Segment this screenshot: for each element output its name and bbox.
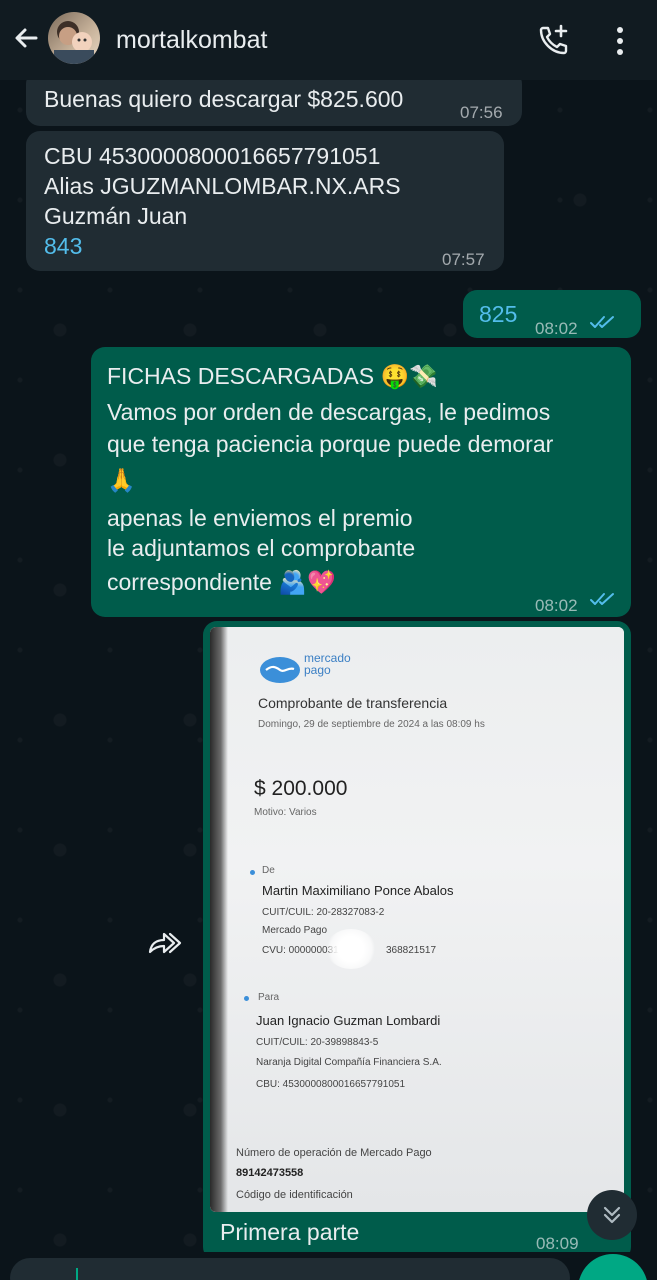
double-chevron-down-icon xyxy=(603,1206,621,1224)
phone-edge xyxy=(210,627,228,1212)
to-name: Juan Ignacio Guzman Lombardi xyxy=(256,1013,441,1028)
message-line: CBU 4530000800016657791051 xyxy=(44,143,381,169)
operation-label: Número de operación de Mercado Pago xyxy=(236,1147,432,1159)
bullet-dot-icon xyxy=(244,996,249,1001)
message-outgoing[interactable]: 825 08:02 xyxy=(463,290,641,338)
redacted-blur xyxy=(326,929,376,969)
from-cuit: CUIT/CUIL: 20-28327083-2 xyxy=(262,907,385,918)
message-line: correspondiente 🫂💖 xyxy=(107,569,336,595)
phone-link[interactable]: 825 xyxy=(479,299,517,329)
message-line: apenas le enviemos el premio xyxy=(107,505,413,531)
message-input[interactable] xyxy=(10,1258,570,1280)
from-cvu-end: 368821517 xyxy=(386,945,437,956)
message-time: 07:56 xyxy=(460,103,503,122)
contact-name[interactable]: mortalkombat xyxy=(116,26,267,55)
message-line: Guzmán Juan xyxy=(44,203,188,229)
brand-text: pago xyxy=(304,663,331,677)
to-cuit: CUIT/CUIL: 20-39898843-5 xyxy=(256,1037,379,1048)
to-label: Para xyxy=(258,992,280,1003)
chat-header: mortalkombat xyxy=(0,0,657,80)
receipt-amount: $ 200.000 xyxy=(254,777,348,800)
scroll-down-button[interactable] xyxy=(587,1190,637,1240)
message-line: 🙏 xyxy=(107,467,136,493)
avatar[interactable] xyxy=(48,12,100,64)
to-bank: Naranja Digital Compañía Financiera S.A. xyxy=(256,1057,442,1068)
message-time: 08:02 xyxy=(535,596,578,615)
message-line: le adjuntamos el comprobante xyxy=(107,535,416,561)
bullet-dot-icon xyxy=(250,870,255,875)
receipt-content: mercado pago Comprobante de transferenci… xyxy=(210,627,624,1212)
mercado-pago-logo-icon xyxy=(260,657,300,683)
to-cbu: CBU: 4530000800016657791051 xyxy=(256,1079,406,1090)
message-outgoing[interactable]: FICHAS DESCARGADAS 🤑💸 Vamos por orden de… xyxy=(91,347,631,617)
image-caption: Primera parte xyxy=(220,1219,360,1245)
message-text: Buenas quiero descargar $825.600 xyxy=(44,86,404,112)
add-call-icon[interactable] xyxy=(536,22,572,58)
message-line: que tenga paciencia porque puede demorar xyxy=(107,431,554,457)
operation-number: 89142473558 xyxy=(236,1167,304,1179)
from-name: Martin Maximiliano Ponce Abalos xyxy=(262,883,454,898)
message-line: Alias JGUZMANLOMBAR.NX.ARS xyxy=(44,173,401,199)
from-bank: Mercado Pago xyxy=(262,925,328,936)
arrow-left-icon[interactable] xyxy=(10,22,42,54)
message-line: Vamos por orden de descargas, le pedimos xyxy=(107,399,551,425)
receipt-date: Domingo, 29 de septiembre de 2024 a las … xyxy=(258,719,485,730)
message-incoming[interactable]: CBU 4530000800016657791051 Alias JGUZMAN… xyxy=(26,131,504,271)
double-check-icon xyxy=(590,593,614,605)
receipt-image[interactable]: mercado pago Comprobante de transferenci… xyxy=(210,627,624,1212)
message-time: 08:02 xyxy=(535,319,578,338)
double-check-icon xyxy=(590,316,614,328)
more-vertical-icon[interactable] xyxy=(606,24,634,58)
message-line: FICHAS DESCARGADAS 🤑💸 xyxy=(107,363,438,389)
text-cursor xyxy=(76,1268,78,1280)
from-label: De xyxy=(262,865,275,876)
receipt-title: Comprobante de transferencia xyxy=(258,695,448,711)
phone-link[interactable]: 843 xyxy=(44,231,82,261)
forward-icon[interactable] xyxy=(146,928,184,958)
id-label: Código de identificación xyxy=(236,1189,353,1201)
message-time: 07:57 xyxy=(442,250,485,269)
receipt-motivo: Motivo: Varios xyxy=(254,807,317,818)
